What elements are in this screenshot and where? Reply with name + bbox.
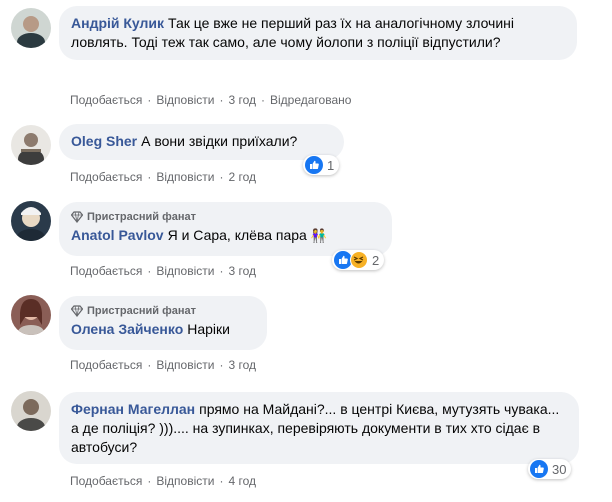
edited-label: Відредаговано [270, 93, 352, 107]
diamond-icon [71, 305, 83, 317]
comment-body: Наріки [187, 321, 230, 337]
reply-link[interactable]: Відповісти [156, 474, 214, 488]
reactions-summary[interactable]: 1 [303, 155, 340, 175]
author-name[interactable]: Олена Зайченко [71, 321, 183, 337]
couple-emoji: 👫 [310, 228, 327, 243]
separator: · [147, 474, 152, 488]
author-name[interactable]: Oleg Sher [71, 133, 137, 149]
separator: · [147, 358, 152, 372]
diamond-icon [71, 211, 83, 223]
like-icon [530, 460, 548, 478]
separator: · [219, 474, 224, 488]
reply-link[interactable]: Відповісти [156, 358, 214, 372]
avatar[interactable] [11, 8, 51, 48]
comment-text: Фернан Магеллан прямо на Майдані?... в це… [71, 400, 567, 457]
separator: · [147, 264, 152, 278]
separator: · [219, 264, 224, 278]
reply-link[interactable]: Відповісти [156, 170, 214, 184]
timestamp[interactable]: 4 год [228, 474, 256, 488]
author-name[interactable]: Anatol Pavlov [71, 227, 164, 243]
comment-body: А вони звідки приїхали? [141, 133, 298, 149]
like-link[interactable]: Подобається [70, 358, 142, 372]
author-name[interactable]: Андрій Кулик [71, 15, 164, 31]
comment-bubble: Пристрасний фанат Олена Зайченко Наріки [59, 296, 267, 350]
avatar[interactable] [11, 295, 51, 335]
author-name[interactable]: Фернан Магеллан [71, 401, 195, 417]
reply-link[interactable]: Відповісти [156, 93, 214, 107]
comment-text: Олена Зайченко Наріки [71, 320, 255, 339]
timestamp[interactable]: 2 год [228, 170, 256, 184]
reactions-summary[interactable]: 2 [332, 250, 385, 270]
avatar[interactable] [11, 201, 51, 241]
timestamp[interactable]: 3 год [228, 264, 256, 278]
fan-badge-label: Пристрасний фанат [87, 305, 196, 317]
comment-actions: Подобається · Відповісти · 2 год [70, 169, 256, 185]
like-link[interactable]: Подобається [70, 93, 142, 107]
comment-text: Anatol Pavlov Я и Сара, клёва пара 👫 [71, 226, 380, 245]
comment-text: Oleg Sher А вони звідки приїхали? [71, 132, 332, 151]
reply-link[interactable]: Відповісти [156, 264, 214, 278]
comment-actions: Подобається · Відповісти · 4 год [70, 473, 256, 489]
timestamp[interactable]: 3 год [228, 358, 256, 372]
like-link[interactable]: Подобається [70, 264, 142, 278]
comment-bubble: Фернан Магеллан прямо на Майдані?... в це… [59, 392, 579, 464]
like-link[interactable]: Подобається [70, 170, 142, 184]
fan-badge: Пристрасний фанат [71, 210, 380, 224]
fan-badge: Пристрасний фанат [71, 304, 255, 318]
comment-actions: Подобається · Відповісти · 3 год [70, 357, 256, 373]
comment-text: Андрій Кулик Так це вже не перший раз їх … [71, 14, 565, 52]
fan-badge-label: Пристрасний фанат [87, 211, 196, 223]
comment-body: Я и Сара, клёва пара [167, 227, 307, 243]
comment-actions: Подобається · Відповісти · 3 год · Відре… [70, 92, 351, 108]
reaction-count: 1 [327, 157, 335, 173]
separator: · [147, 170, 152, 184]
separator: · [219, 170, 224, 184]
separator: · [219, 358, 224, 372]
reaction-count: 30 [552, 461, 567, 477]
separator: · [219, 93, 224, 107]
reactions-summary[interactable]: 30 [528, 459, 572, 479]
separator: · [147, 93, 152, 107]
avatar[interactable] [11, 125, 51, 165]
comment-bubble: Пристрасний фанат Anatol Pavlov Я и Сара,… [59, 202, 392, 256]
avatar[interactable] [11, 391, 51, 431]
separator: · [261, 93, 265, 107]
timestamp[interactable]: 3 год [228, 93, 256, 107]
comment-bubble: Андрій Кулик Так це вже не перший раз їх … [59, 6, 577, 60]
comment-bubble: Oleg Sher А вони звідки приїхали? [59, 124, 344, 160]
like-icon [305, 156, 323, 174]
reaction-count: 2 [372, 252, 380, 268]
comment-actions: Подобається · Відповісти · 3 год [70, 263, 256, 279]
like-link[interactable]: Подобається [70, 474, 142, 488]
haha-icon [350, 251, 368, 269]
